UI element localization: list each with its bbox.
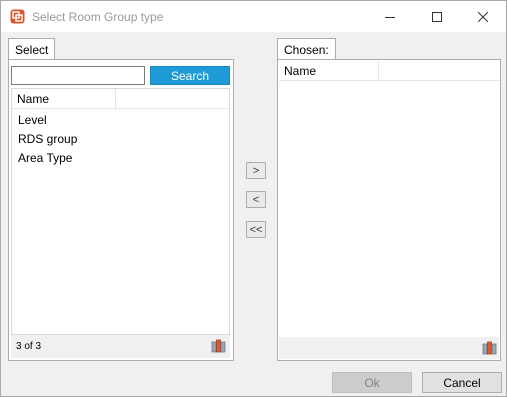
select-list-header: Name (12, 89, 229, 109)
column-chooser-icon[interactable] (211, 339, 226, 354)
select-list-footer: 3 of 3 (11, 335, 230, 358)
tab-select[interactable]: Select (8, 38, 56, 60)
window-title: Select Room Group type (32, 10, 164, 24)
add-selected-button[interactable]: > (246, 162, 266, 179)
chosen-list[interactable]: Name (279, 61, 499, 337)
chosen-list-footer (279, 337, 499, 359)
maximize-icon (432, 11, 442, 22)
column-chooser-icon[interactable] (482, 341, 497, 356)
remove-selected-button[interactable]: < (246, 191, 266, 208)
column-header-blank[interactable] (379, 61, 499, 80)
close-icon (478, 11, 488, 22)
item-count: 3 of 3 (16, 341, 42, 352)
close-button[interactable] (460, 1, 506, 32)
remove-all-button[interactable]: << (246, 221, 266, 238)
column-header-name[interactable]: Name (279, 61, 379, 80)
search-button[interactable]: Search (150, 66, 230, 85)
chosen-list-header: Name (279, 61, 499, 81)
list-item[interactable]: Area Type (18, 151, 72, 165)
minimize-icon (385, 16, 395, 18)
title-bar[interactable]: Select Room Group type (1, 1, 506, 32)
maximize-button[interactable] (414, 1, 460, 32)
minimize-button[interactable] (367, 1, 413, 32)
list-item[interactable]: RDS group (18, 132, 77, 146)
dialog-window: Select Room Group type Select Search Nam… (0, 0, 507, 397)
room-group-app-icon (10, 9, 25, 24)
cancel-button[interactable]: Cancel (422, 372, 502, 393)
list-item[interactable]: Level (18, 113, 47, 127)
column-header-name[interactable]: Name (12, 89, 116, 108)
tab-chosen[interactable]: Chosen: (277, 38, 336, 60)
search-input[interactable] (11, 66, 145, 85)
select-list[interactable]: Name Level RDS group Area Type (11, 88, 230, 335)
column-header-blank[interactable] (116, 89, 229, 108)
ok-button[interactable]: Ok (332, 372, 412, 393)
